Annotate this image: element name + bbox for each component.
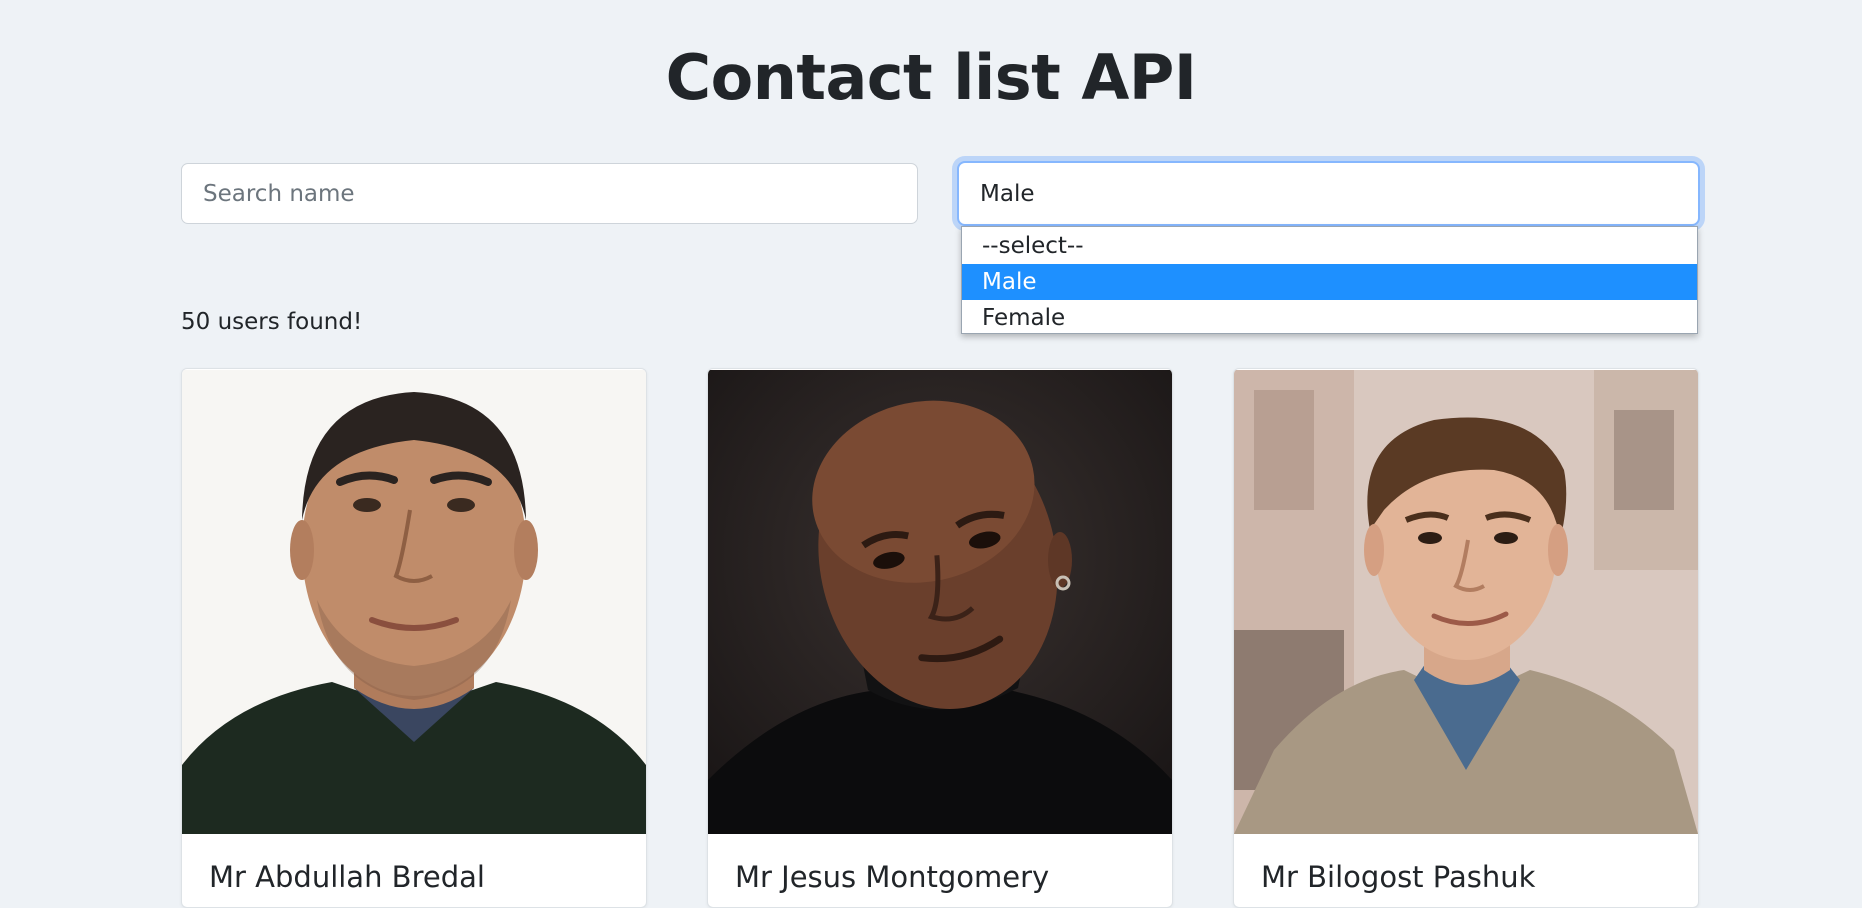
search-input[interactable]	[181, 163, 918, 224]
gender-option-male[interactable]: Male	[962, 264, 1697, 300]
gender-select[interactable]: Male	[957, 161, 1700, 226]
page-title: Contact list API	[665, 41, 1197, 114]
contact-name: Mr Bilogost Pashuk	[1261, 860, 1536, 894]
contact-name: Mr Abdullah Bredal	[209, 860, 485, 894]
gender-option-select[interactable]: --select--	[962, 228, 1697, 264]
contact-card[interactable]: Mr Bilogost Pashuk	[1233, 368, 1699, 908]
contact-photo	[1234, 370, 1698, 834]
contact-name: Mr Jesus Montgomery	[735, 860, 1050, 894]
contact-photo	[182, 370, 646, 834]
gender-option-female[interactable]: Female	[962, 300, 1697, 336]
gender-select-value: Male	[980, 180, 1035, 207]
contact-card[interactable]: Mr Jesus Montgomery	[707, 368, 1173, 908]
results-count: 50 users found!	[181, 309, 363, 335]
contact-card[interactable]: Mr Abdullah Bredal	[181, 368, 647, 908]
gender-dropdown-list: --select-- Male Female	[961, 226, 1698, 334]
contact-photo	[708, 370, 1172, 834]
